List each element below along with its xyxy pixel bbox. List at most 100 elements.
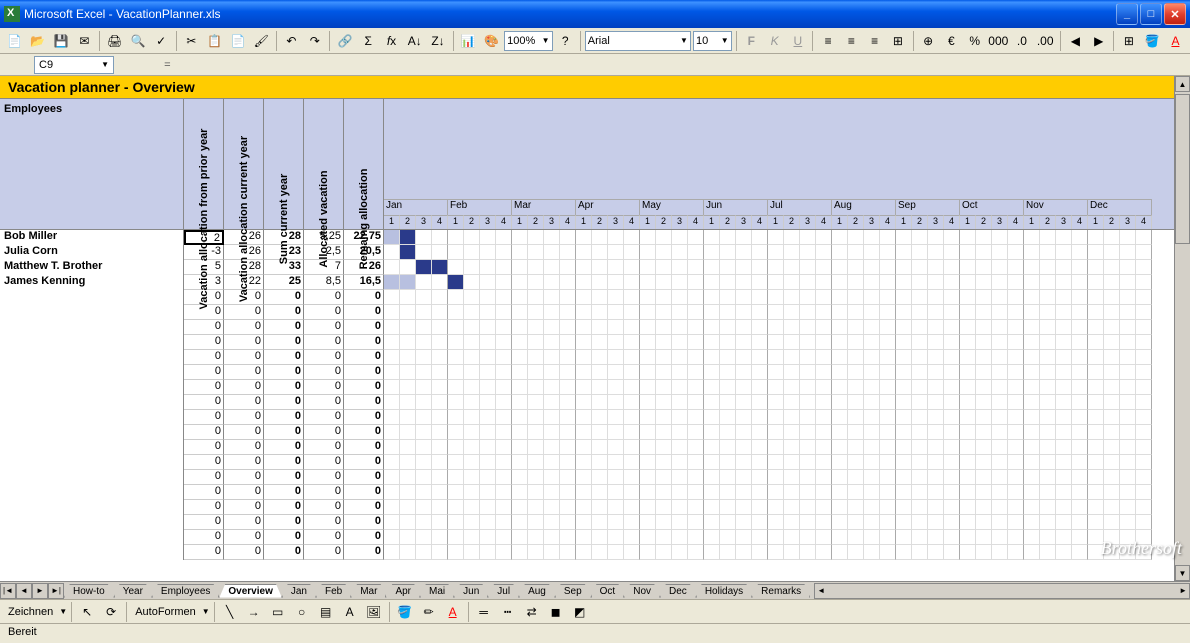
calendar-cell[interactable]	[1024, 425, 1040, 440]
data-cell[interactable]: 0	[224, 365, 264, 380]
calendar-cell[interactable]	[464, 260, 480, 275]
calendar-cell[interactable]	[416, 305, 432, 320]
data-cell[interactable]: 0	[344, 530, 384, 545]
calendar-cell[interactable]	[880, 320, 896, 335]
calendar-cell[interactable]	[1136, 260, 1152, 275]
calendar-cell[interactable]	[496, 410, 512, 425]
calendar-cell[interactable]	[688, 455, 704, 470]
calendar-cell[interactable]	[880, 530, 896, 545]
calendar-cell[interactable]	[768, 500, 784, 515]
table-row[interactable]: 00000	[0, 500, 1190, 515]
calendar-cell[interactable]	[992, 485, 1008, 500]
calendar-cell[interactable]	[752, 395, 768, 410]
calendar-cell[interactable]	[448, 230, 464, 245]
calendar-cell[interactable]	[640, 365, 656, 380]
calendar-cell[interactable]	[448, 275, 464, 290]
bold-icon[interactable]: F	[741, 30, 762, 52]
calendar-cell[interactable]	[928, 500, 944, 515]
data-cell[interactable]: 0	[304, 455, 344, 470]
calendar-cell[interactable]	[832, 245, 848, 260]
calendar-cell[interactable]	[1008, 290, 1024, 305]
calendar-cell[interactable]	[528, 485, 544, 500]
calendar-cell[interactable]	[608, 410, 624, 425]
calendar-cell[interactable]	[976, 515, 992, 530]
calendar-cell[interactable]	[992, 320, 1008, 335]
data-cell[interactable]: 0	[344, 440, 384, 455]
table-row[interactable]: 00000	[0, 395, 1190, 410]
calendar-cell[interactable]	[560, 485, 576, 500]
calendar-cell[interactable]	[800, 290, 816, 305]
calendar-cell[interactable]	[528, 320, 544, 335]
calendar-cell[interactable]	[1024, 290, 1040, 305]
calendar-cell[interactable]	[1104, 500, 1120, 515]
calendar-cell[interactable]	[720, 380, 736, 395]
calendar-cell[interactable]	[992, 500, 1008, 515]
calendar-cell[interactable]	[464, 455, 480, 470]
calendar-cell[interactable]	[416, 440, 432, 455]
calendar-cell[interactable]	[432, 440, 448, 455]
calendar-cell[interactable]	[1008, 455, 1024, 470]
calendar-cell[interactable]	[880, 470, 896, 485]
calendar-cell[interactable]	[752, 260, 768, 275]
calendar-cell[interactable]	[400, 305, 416, 320]
data-cell[interactable]: 0	[344, 365, 384, 380]
calendar-cell[interactable]	[816, 470, 832, 485]
calendar-cell[interactable]	[800, 545, 816, 560]
calendar-cell[interactable]	[1072, 485, 1088, 500]
calendar-cell[interactable]	[544, 305, 560, 320]
paste-icon[interactable]: 📄	[227, 30, 248, 52]
calendar-cell[interactable]	[400, 530, 416, 545]
calendar-cell[interactable]	[768, 230, 784, 245]
data-grid[interactable]: Bob Miller226285,2522,75Julia Corn-32623…	[0, 230, 1190, 560]
calendar-cell[interactable]	[624, 410, 640, 425]
calendar-cell[interactable]	[480, 545, 496, 560]
data-cell[interactable]: 0	[304, 395, 344, 410]
calendar-cell[interactable]	[896, 275, 912, 290]
calendar-cell[interactable]	[864, 440, 880, 455]
calendar-cell[interactable]	[416, 425, 432, 440]
calendar-cell[interactable]	[928, 515, 944, 530]
calendar-cell[interactable]	[912, 230, 928, 245]
calendar-cell[interactable]	[384, 305, 400, 320]
data-cell[interactable]: 0	[344, 395, 384, 410]
calendar-cell[interactable]	[768, 350, 784, 365]
calendar-cell[interactable]	[944, 455, 960, 470]
calendar-cell[interactable]	[560, 350, 576, 365]
calendar-cell[interactable]	[672, 470, 688, 485]
calendar-cell[interactable]	[1040, 530, 1056, 545]
calendar-cell[interactable]	[400, 290, 416, 305]
calendar-cell[interactable]	[848, 350, 864, 365]
calendar-cell[interactable]	[784, 425, 800, 440]
table-row[interactable]: 00000	[0, 515, 1190, 530]
calendar-cell[interactable]	[576, 395, 592, 410]
tab-nav-prev[interactable]: ◄	[16, 583, 32, 599]
calendar-cell[interactable]	[1024, 260, 1040, 275]
calendar-cell[interactable]	[512, 260, 528, 275]
calendar-cell[interactable]	[1056, 470, 1072, 485]
calendar-cell[interactable]	[1136, 455, 1152, 470]
data-cell[interactable]: 25	[264, 275, 304, 290]
scroll-down-button[interactable]: ▼	[1175, 565, 1190, 581]
calendar-cell[interactable]	[976, 275, 992, 290]
calendar-cell[interactable]	[768, 515, 784, 530]
calendar-cell[interactable]	[944, 260, 960, 275]
calendar-cell[interactable]	[1088, 350, 1104, 365]
calendar-cell[interactable]	[1136, 485, 1152, 500]
calendar-cell[interactable]	[928, 380, 944, 395]
calendar-cell[interactable]	[1104, 455, 1120, 470]
calendar-cell[interactable]	[816, 410, 832, 425]
calendar-cell[interactable]	[416, 290, 432, 305]
calendar-cell[interactable]	[656, 245, 672, 260]
calendar-cell[interactable]	[496, 350, 512, 365]
calendar-cell[interactable]	[384, 275, 400, 290]
calendar-cell[interactable]	[752, 410, 768, 425]
print-icon[interactable]: 🖨	[104, 30, 125, 52]
calendar-cell[interactable]	[384, 380, 400, 395]
calendar-cell[interactable]	[736, 365, 752, 380]
calendar-cell[interactable]	[656, 365, 672, 380]
calendar-cell[interactable]	[880, 380, 896, 395]
calendar-cell[interactable]	[816, 500, 832, 515]
function-icon[interactable]: fx	[381, 30, 402, 52]
calendar-cell[interactable]	[816, 545, 832, 560]
calendar-cell[interactable]	[992, 380, 1008, 395]
